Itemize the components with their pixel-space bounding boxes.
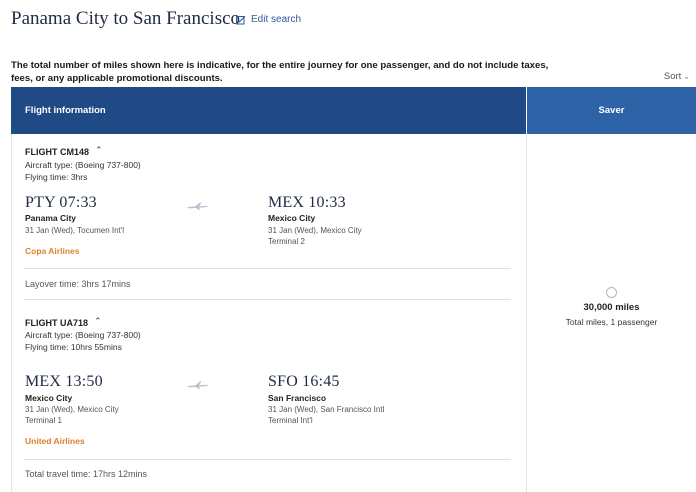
operating-airline: United Airlines bbox=[25, 436, 85, 446]
arrival-time: MEX 10:33 bbox=[268, 194, 346, 211]
arrival-terminal: Terminal 2 bbox=[268, 237, 305, 246]
edit-search-link[interactable]: Edit search bbox=[236, 14, 301, 25]
fare-miles-subtitle: Total miles, 1 passenger bbox=[565, 317, 658, 327]
departure-city: Panama City bbox=[25, 213, 77, 223]
divider bbox=[24, 299, 511, 300]
fare-miles: 30,000 miles bbox=[583, 302, 640, 313]
flight-number: FLIGHT UA718 bbox=[25, 317, 89, 328]
sort-dropdown[interactable]: Sort ⌄ bbox=[664, 71, 690, 82]
aircraft-type: Aircraft type: (Boeing 737-800) bbox=[25, 160, 141, 170]
edit-icon bbox=[236, 15, 246, 25]
total-travel-time: Total travel time: 17hrs 12mins bbox=[25, 469, 148, 479]
edit-search-label: Edit search bbox=[251, 14, 302, 25]
chevron-down-icon: ⌄ bbox=[683, 72, 690, 81]
fare-radio-button[interactable] bbox=[606, 287, 617, 298]
arrival-date-airport: 31 Jan (Wed), San Francisco Intl bbox=[268, 405, 385, 414]
miles-disclaimer: The total number of miles shown here is … bbox=[11, 60, 549, 84]
flight-number: FLIGHT CM148 bbox=[25, 146, 90, 157]
column-header-label: Saver bbox=[598, 105, 625, 116]
departure-time: MEX 13:50 bbox=[25, 373, 103, 390]
operating-airline: Copa Airlines bbox=[25, 246, 80, 256]
departure-city: Mexico City bbox=[25, 393, 73, 403]
flying-time: Flying time: 3hrs bbox=[25, 172, 88, 182]
plane-icon bbox=[186, 198, 210, 216]
departure-terminal: Terminal 1 bbox=[25, 416, 62, 425]
arrival-date-airport: 31 Jan (Wed), Mexico City bbox=[268, 226, 362, 235]
page-title: Panama City to San Francisco bbox=[11, 8, 241, 29]
column-header-saver[interactable]: Saver bbox=[527, 87, 696, 134]
arrival-city: Mexico City bbox=[268, 213, 316, 223]
flying-time: Flying time: 10hrs 55mins bbox=[25, 342, 122, 352]
aircraft-type: Aircraft type: (Boeing 737-800) bbox=[25, 330, 141, 340]
plane-icon bbox=[186, 377, 210, 395]
sort-label: Sort bbox=[663, 71, 682, 82]
column-header-flight-information: Flight information bbox=[11, 87, 526, 134]
flight-toggle[interactable]: FLIGHT UA718 ⌃ bbox=[25, 316, 102, 328]
departure-date-airport: 31 Jan (Wed), Mexico City bbox=[25, 405, 119, 414]
flight-toggle[interactable]: FLIGHT CM148 ⌃ bbox=[25, 145, 103, 157]
departure-date-airport: 31 Jan (Wed), Tocumen Int'l bbox=[25, 226, 125, 235]
arrival-time: SFO 16:45 bbox=[268, 373, 340, 390]
arrival-city: San Francisco bbox=[268, 393, 327, 403]
departure-time: PTY 07:33 bbox=[25, 194, 97, 211]
flight-info-panel bbox=[11, 134, 526, 492]
chevron-up-icon: ⌃ bbox=[95, 145, 103, 155]
arrival-terminal: Terminal Int'l bbox=[268, 416, 313, 425]
divider bbox=[24, 459, 511, 460]
fare-panel bbox=[526, 134, 696, 492]
layover-time: Layover time: 3hrs 17mins bbox=[25, 279, 131, 289]
column-header-label: Flight information bbox=[25, 105, 106, 116]
chevron-up-icon: ⌃ bbox=[94, 316, 102, 326]
divider bbox=[24, 268, 511, 269]
